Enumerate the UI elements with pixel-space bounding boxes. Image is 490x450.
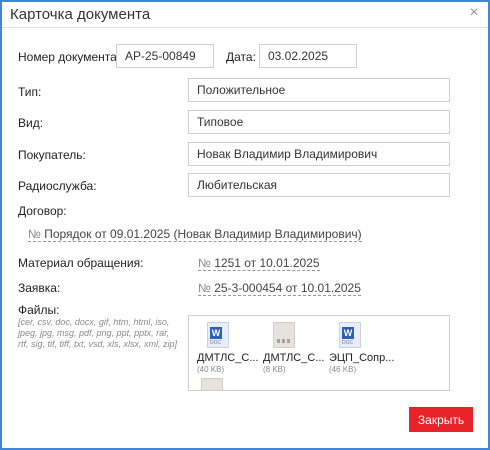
radio-service-field: Любительская xyxy=(188,173,450,197)
generic-file-icon xyxy=(273,322,295,348)
request-link-text: 25-3-000454 от 10.01.2025 xyxy=(214,281,361,295)
file-item[interactable]: W DOC ДМТЛС_С... (40 KB) xyxy=(197,322,259,374)
radio-service-label: Радиослужба: xyxy=(18,179,97,193)
file-name: ЭЦП_Сопр... xyxy=(329,352,395,364)
document-card-dialog: Карточка документа × Номер документа: AP… xyxy=(0,0,490,450)
date-label: Дата: xyxy=(226,50,256,64)
file-item[interactable]: ДМТЛС_С... (8 KB) xyxy=(263,322,325,374)
close-icon[interactable]: × xyxy=(466,5,482,21)
file-size: (46 KB) xyxy=(329,365,357,374)
dialog-title: Карточка документа xyxy=(10,6,151,23)
file-name: ДМТЛС_С... xyxy=(197,352,259,364)
word-doc-icon: W DOC xyxy=(339,322,361,348)
request-number-sign: № xyxy=(198,281,211,295)
contract-link[interactable]: № Порядок от 09.01.2025 (Новак Владимир … xyxy=(28,227,362,242)
kind-label: Вид: xyxy=(18,116,44,130)
file-size: (8 KB) xyxy=(263,365,286,374)
doc-number-label: Номер документа: xyxy=(18,50,121,64)
buyer-field: Новак Владимир Владимирович xyxy=(188,142,450,166)
material-label: Материал обращения: xyxy=(18,256,144,270)
dialog-titlebar: Карточка документа × xyxy=(2,2,488,28)
files-label: Файлы: xyxy=(18,303,60,317)
contract-number-sign: № xyxy=(28,227,41,241)
word-doc-icon: W DOC xyxy=(207,322,229,348)
kind-field: Типовое xyxy=(188,110,450,134)
generic-file-icon[interactable] xyxy=(201,378,223,390)
file-name: ДМТЛС_С... xyxy=(263,352,325,364)
material-number-sign: № xyxy=(198,256,211,270)
files-list: W DOC ДМТЛС_С... (40 KB) ДМТЛС_С... (8 K… xyxy=(188,315,450,391)
type-label: Тип: xyxy=(18,85,42,99)
file-size: (40 KB) xyxy=(197,365,225,374)
request-link[interactable]: № 25-3-000454 от 10.01.2025 xyxy=(198,281,361,296)
buyer-label: Покупатель: xyxy=(18,148,86,162)
file-item[interactable]: W DOC ЭЦП_Сопр... (46 KB) xyxy=(329,322,395,374)
contract-label: Договор: xyxy=(18,204,67,218)
allowed-extensions-hint: [cer, csv, doc, docx, gif, htm, html, is… xyxy=(18,317,178,349)
request-label: Заявка: xyxy=(18,281,61,295)
type-field: Положительное xyxy=(188,78,450,102)
date-field: 03.02.2025 xyxy=(259,44,357,68)
material-link-text: 1251 от 10.01.2025 xyxy=(214,256,320,270)
contract-link-text: Порядок от 09.01.2025 (Новак Владимир Вл… xyxy=(44,227,362,241)
close-button[interactable]: Закрыть xyxy=(409,407,473,432)
material-link[interactable]: № 1251 от 10.01.2025 xyxy=(198,256,320,271)
doc-number-field: AP-25-00849 xyxy=(116,44,214,68)
